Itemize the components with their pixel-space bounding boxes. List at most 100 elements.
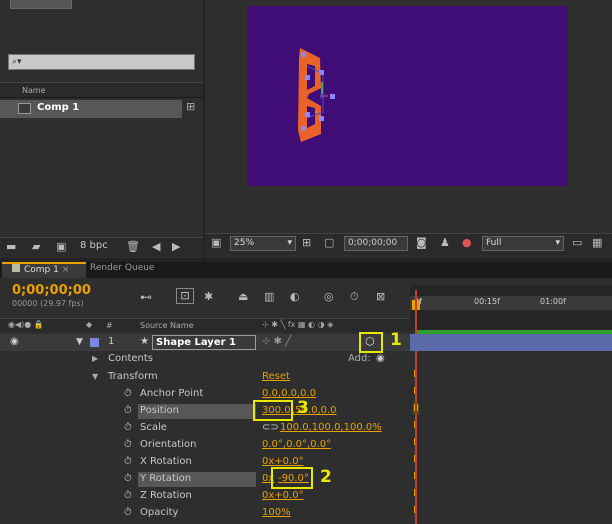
stopwatch-icon[interactable]: ⏱ — [124, 456, 132, 467]
new-comp-icon[interactable]: ▣ — [56, 240, 66, 253]
3d-layer-cube-icon[interactable]: ⬡ — [365, 335, 375, 348]
region-of-interest-icon[interactable]: ▭ — [572, 236, 582, 249]
draft-3d-icon[interactable]: ✱ — [204, 290, 213, 303]
live-update-icon[interactable]: ⊡ — [176, 288, 194, 304]
shape-layer-graphic[interactable] — [295, 44, 345, 144]
orientation-value[interactable]: 0.0°,0.0°,0.0° — [262, 439, 331, 450]
composition-mini-flowchart-icon[interactable]: ⊷ — [140, 290, 152, 304]
frame-rate-info: 00000 (29.97 fps) — [12, 299, 84, 308]
resolution-value: Full — [486, 238, 502, 248]
transform-twirl-icon[interactable]: ▼ — [92, 372, 98, 381]
composition-icon — [18, 103, 31, 114]
prop-x-rotation: X Rotation — [140, 456, 192, 467]
add-menu-icon[interactable]: ◉ — [376, 353, 385, 364]
path-handle[interactable] — [319, 116, 324, 121]
safe-zones-icon[interactable]: ⊞ — [302, 236, 311, 249]
layer-column-header — [0, 318, 410, 332]
stopwatch-icon[interactable]: ⏱ — [124, 490, 132, 501]
scale-value[interactable]: 100.0,100.0,100.0% — [280, 422, 382, 433]
keyframe-marker[interactable]: I — [413, 454, 416, 465]
path-handle[interactable] — [330, 94, 335, 99]
path-handle[interactable] — [301, 52, 306, 57]
tab-comp[interactable]: Comp 1 × — [2, 262, 86, 278]
ruler-tick-label: 00:15f — [474, 297, 500, 306]
brainstorm-icon[interactable]: ◎ — [324, 290, 334, 303]
annotation-2: 2 — [320, 467, 332, 487]
keyframe-marker[interactable]: I — [413, 386, 416, 397]
layer-duration-bar[interactable] — [410, 334, 612, 351]
current-time-field[interactable]: 0;00;00;00 — [344, 236, 408, 251]
path-handle[interactable] — [305, 75, 310, 80]
stopwatch-icon[interactable]: ⏱ — [124, 473, 132, 484]
source-name-header[interactable]: Source Name — [140, 321, 194, 330]
path-handle[interactable] — [301, 126, 306, 131]
path-handle[interactable] — [319, 70, 324, 75]
interpret-footage-icon[interactable]: ▬ — [6, 240, 16, 253]
work-area-bar[interactable] — [410, 296, 612, 310]
path-handle[interactable] — [305, 112, 310, 117]
keyframe-marker[interactable]: I — [413, 420, 416, 431]
video-eye-icon[interactable]: ◉ — [10, 336, 19, 347]
opacity-value[interactable]: 100% — [262, 507, 291, 518]
project-search-input[interactable]: ⌕▾ — [8, 54, 195, 70]
magnification-value: 25% — [234, 238, 255, 248]
project-thumbnail — [10, 0, 72, 9]
motion-blur-icon[interactable]: ◐ — [290, 290, 300, 303]
keyframe-marker[interactable]: II — [413, 403, 419, 414]
z-rotation-value[interactable]: 0x+0.0° — [262, 490, 304, 501]
transform-reset-link[interactable]: Reset — [262, 371, 290, 382]
keyframe-marker[interactable]: I — [413, 369, 416, 380]
scroll-left-icon[interactable]: ◀ — [152, 240, 160, 253]
new-folder-icon[interactable]: ▰ — [32, 240, 40, 253]
contents-group[interactable]: Contents — [108, 353, 153, 364]
stopwatch-icon[interactable]: ⏱ — [124, 422, 132, 433]
transparency-grid-icon[interactable]: ▦ — [592, 236, 602, 249]
resolution-dropdown[interactable]: Full ▾ — [482, 236, 564, 251]
hide-shy-layers-icon[interactable]: ⏏ — [238, 290, 248, 303]
collapse-switch-icon[interactable]: ⊹ ✱ ╱ — [262, 336, 291, 347]
flowchart-icon[interactable]: ⊞ — [186, 100, 195, 113]
prop-z-rotation: Z Rotation — [140, 490, 192, 501]
stopwatch-icon[interactable]: ⏱ — [124, 439, 132, 450]
layer-number: 1 — [108, 336, 115, 347]
keyframe-marker[interactable]: I — [413, 437, 416, 448]
label-color-swatch[interactable] — [90, 338, 99, 347]
prop-position: Position — [140, 405, 179, 416]
x-rotation-value[interactable]: 0x+0.0° — [262, 456, 304, 467]
bit-depth-button[interactable]: 8 bpc — [80, 240, 108, 251]
graph-editor-icon[interactable]: ⊠ — [376, 290, 385, 303]
comp-tab-icon — [12, 264, 20, 272]
layer-name-field[interactable]: Shape Layer 1 — [152, 335, 256, 350]
stopwatch-icon[interactable]: ⏱ — [124, 507, 132, 518]
contents-twirl-icon[interactable]: ▶ — [92, 354, 98, 363]
keyframe-marker[interactable]: I — [413, 488, 416, 499]
mask-visibility-icon[interactable]: ▢ — [324, 236, 334, 249]
anchor-point-icon[interactable] — [320, 94, 324, 98]
timeline-current-time[interactable]: 0;00;00;00 — [12, 283, 91, 298]
keyframe-marker[interactable]: I — [413, 505, 416, 516]
annotation-1: 1 — [390, 330, 402, 350]
transform-group[interactable]: Transform — [108, 371, 158, 382]
shape-layer-star-icon: ★ — [140, 336, 149, 347]
scroll-right-icon[interactable]: ▶ — [172, 240, 180, 253]
ruler-tick-label: 01:00f — [540, 297, 566, 306]
tab-render-queue[interactable]: Render Queue — [90, 263, 154, 273]
trash-icon[interactable]: 🗑 — [126, 240, 140, 253]
auto-keyframe-icon[interactable]: ⏱ — [350, 290, 359, 304]
frame-blending-icon[interactable]: ▥ — [264, 290, 274, 303]
prop-scale: Scale — [140, 422, 167, 433]
keyframe-marker[interactable]: I — [413, 471, 416, 482]
snapshot-camera-icon[interactable]: ◙ — [416, 236, 427, 249]
always-preview-icon[interactable]: ▣ — [211, 236, 221, 249]
show-snapshot-icon[interactable]: ♟ — [440, 236, 450, 249]
stopwatch-icon[interactable]: ⏱ — [124, 388, 132, 399]
project-panel — [0, 0, 203, 258]
constrain-proportions-link-icon[interactable]: ⊂⊃ — [262, 422, 279, 433]
channel-rgb-icon[interactable]: ● — [462, 236, 472, 249]
layer-twirl-down-icon[interactable]: ▼ — [76, 337, 83, 347]
switches-header-icons: ⊹ ✱ ╲ fx ▦ ◐ ◑ ◈ — [262, 320, 334, 329]
project-item-comp-label: Comp 1 — [37, 102, 80, 113]
prop-y-rotation: Y Rotation — [140, 473, 192, 484]
stopwatch-icon[interactable]: ⏱ — [124, 405, 132, 416]
magnification-dropdown[interactable]: 25% ▾ — [230, 236, 296, 251]
